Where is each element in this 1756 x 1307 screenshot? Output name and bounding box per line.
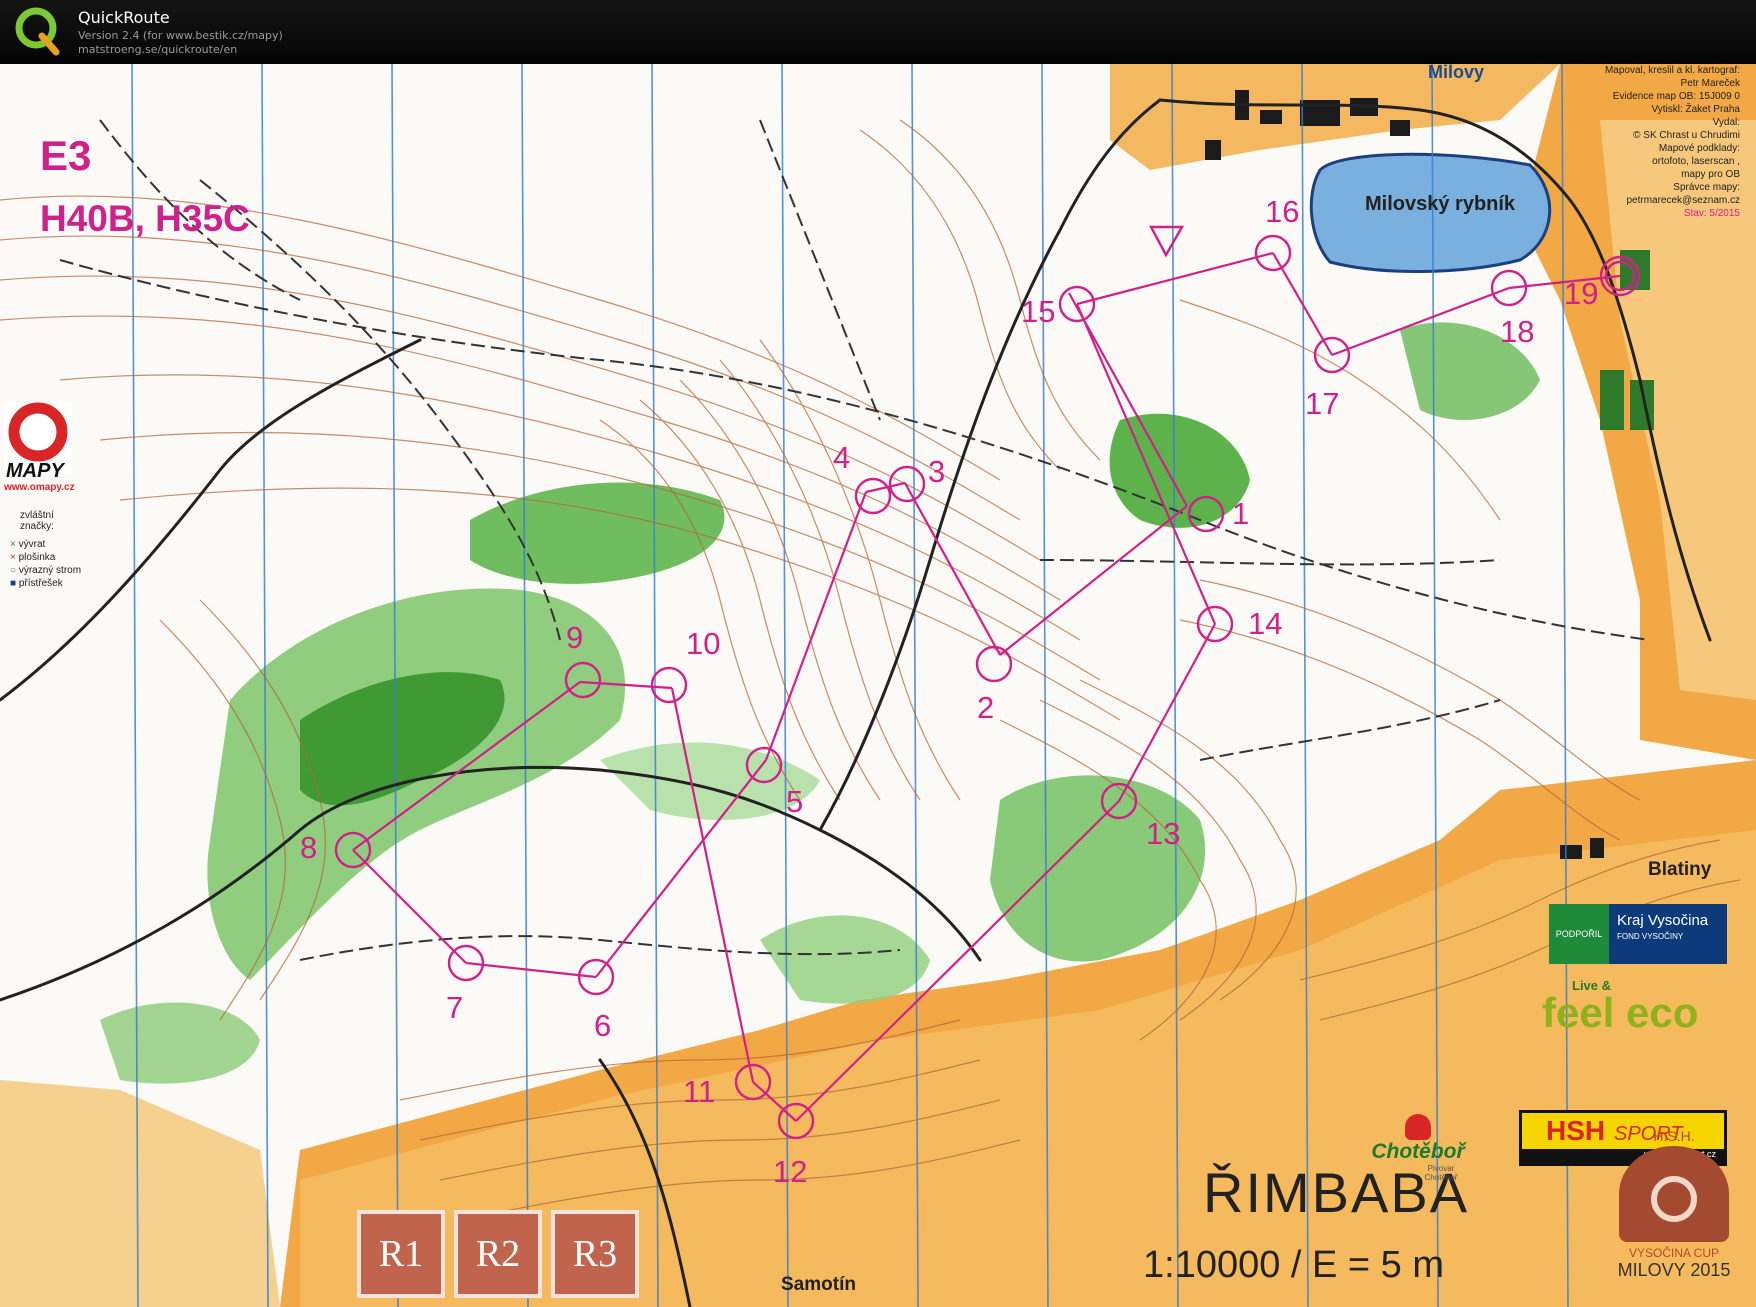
map-graphics bbox=[0, 64, 1756, 1307]
forest-southwest bbox=[100, 1002, 260, 1084]
sponsor-kraj-vysocina[interactable]: PODPOŘIL Kraj Vysočina FOND VYSOČINY bbox=[1549, 904, 1727, 964]
control-number-1: 1 bbox=[1232, 496, 1250, 531]
app-title: QuickRoute bbox=[78, 8, 170, 27]
control-number-10: 10 bbox=[686, 626, 721, 661]
control-number-12: 12 bbox=[773, 1154, 808, 1189]
legend-item: přístřešek bbox=[18, 578, 63, 589]
control-number-13: 13 bbox=[1146, 816, 1181, 851]
control-number-7: 7 bbox=[446, 990, 464, 1025]
chotebor-emblem-icon bbox=[1405, 1114, 1431, 1140]
app-version: Version 2.4 (for www.bestik.cz/mapy) bbox=[78, 29, 283, 42]
start-triangle bbox=[1148, 225, 1185, 258]
control-number-5: 5 bbox=[786, 784, 804, 819]
place-milovy: Milovy bbox=[1428, 64, 1485, 82]
control-number-17: 17 bbox=[1305, 386, 1340, 421]
course-categories: H40B, H35C bbox=[40, 198, 250, 239]
legend-items: × vývrat × plošinka ○ výrazný strom ■ př… bbox=[10, 539, 82, 589]
relay-box-r3: R3 bbox=[551, 1210, 639, 1298]
control-number-2: 2 bbox=[977, 690, 995, 725]
map-credits: Mapoval, kreslil a kl. kartograf: Petr M… bbox=[1604, 65, 1740, 219]
map-scale: 1:10000 / E = 5 m bbox=[1143, 1244, 1445, 1286]
legend-item: vývrat bbox=[18, 539, 46, 550]
app-title-bar: QuickRoute Version 2.4 (for www.bestik.c… bbox=[0, 0, 1756, 64]
place-samotin: Samotín bbox=[781, 1274, 856, 1295]
control-number-16: 16 bbox=[1265, 194, 1300, 229]
quickroute-logo bbox=[15, 7, 60, 56]
control-number-6: 6 bbox=[594, 1008, 612, 1043]
forest-south bbox=[990, 775, 1206, 962]
app-url[interactable]: matstroeng.se/quickroute/en bbox=[78, 43, 237, 56]
forest-west bbox=[207, 588, 626, 980]
control-number-14: 14 bbox=[1248, 606, 1283, 641]
relay-box-r1: R1 bbox=[357, 1210, 445, 1298]
open-land-left bbox=[0, 1080, 280, 1307]
control-number-19: 19 bbox=[1564, 276, 1599, 311]
control-number-9: 9 bbox=[566, 620, 584, 655]
sponsor-vysocina-cup[interactable]: H.S.H. VYSOČINA CUP MILOVY 2015 bbox=[1604, 1128, 1744, 1306]
control-number-15: 15 bbox=[1021, 294, 1056, 329]
sponsor-feel-eco[interactable]: Live & feel eco bbox=[1542, 978, 1752, 1048]
cup-mountain-icon bbox=[1619, 1146, 1729, 1242]
mapy-brand: MAPY bbox=[6, 460, 64, 482]
legend-item: plošinka bbox=[18, 552, 56, 563]
relay-box-r2: R2 bbox=[454, 1210, 542, 1298]
place-blatiny: Blatiny bbox=[1648, 859, 1712, 880]
control-number-3: 3 bbox=[928, 454, 946, 489]
legend-item: výrazný strom bbox=[18, 565, 82, 576]
lake-label: Milovský rybník bbox=[1365, 193, 1516, 215]
control-number-8: 8 bbox=[300, 830, 318, 865]
control-number-11: 11 bbox=[683, 1074, 716, 1109]
course-code: E3 bbox=[40, 132, 92, 179]
orienteering-map[interactable]: E3 H40B, H35C Milovy Milovský rybník Bla… bbox=[0, 64, 1756, 1307]
mapy-url[interactable]: www.omapy.cz bbox=[4, 482, 75, 493]
control-number-4: 4 bbox=[833, 440, 851, 475]
control-number-18: 18 bbox=[1500, 314, 1535, 349]
sponsor-chotebor[interactable]: Chotěboř Pivovar Chotěboř bbox=[1368, 1114, 1468, 1194]
legend-heading: zvláštní značky: bbox=[20, 510, 54, 532]
